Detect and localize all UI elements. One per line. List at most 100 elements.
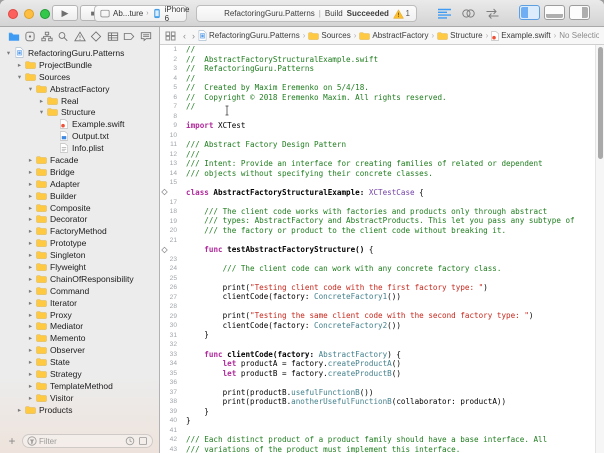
navigator-tab-issue-icon[interactable] — [73, 30, 86, 42]
tree-item-prototype[interactable]: ▸Prototype — [0, 237, 159, 249]
code-line[interactable]: 31 } — [160, 330, 604, 340]
source-control-status-icon[interactable] — [138, 436, 148, 446]
tree-item-facade[interactable]: ▸Facade — [0, 154, 159, 166]
code-line[interactable]: 37 print(productB.usefulFunctionB()) — [160, 388, 604, 398]
code-line[interactable]: 32 — [160, 340, 604, 350]
code-line[interactable]: 27 clientCode(factory: ConcreteFactory1(… — [160, 292, 604, 302]
disclosure-triangle-icon[interactable]: ▸ — [26, 382, 35, 390]
disclosure-triangle-icon[interactable]: ▾ — [15, 73, 24, 81]
tree-item-example-swift[interactable]: Example.swift — [0, 118, 159, 130]
breadcrumb-item-abstractfactory[interactable]: AbstractFactory — [359, 31, 428, 40]
code-line[interactable]: 23 — [160, 254, 604, 264]
disclosure-triangle-icon[interactable]: ▸ — [26, 322, 35, 330]
test-diamond-icon[interactable] — [161, 246, 168, 253]
code-line[interactable]: 4// — [160, 74, 604, 84]
disclosure-triangle-icon[interactable]: ▸ — [26, 287, 35, 295]
disclosure-triangle-icon[interactable]: ▸ — [26, 180, 35, 188]
tree-item-projectbundle[interactable]: ▸ProjectBundle — [0, 59, 159, 71]
navigator-tab-debug-icon[interactable] — [106, 30, 119, 42]
tree-item-flyweight[interactable]: ▸Flyweight — [0, 261, 159, 273]
code-line[interactable]: 43/// variations of the product must imp… — [160, 445, 604, 453]
disclosure-triangle-icon[interactable]: ▸ — [26, 239, 35, 247]
tree-item-sources[interactable]: ▾Sources — [0, 71, 159, 83]
disclosure-triangle-icon[interactable]: ▸ — [26, 334, 35, 342]
toggle-inspector-button[interactable] — [569, 5, 590, 20]
tree-item-iterator[interactable]: ▸Iterator — [0, 297, 159, 309]
code-line[interactable]: 17 — [160, 197, 604, 207]
scrollbar-track[interactable] — [595, 45, 604, 453]
navigator-tab-symbol-icon[interactable] — [40, 30, 53, 42]
code-line[interactable]: 12/// — [160, 150, 604, 160]
tree-item-composite[interactable]: ▸Composite — [0, 202, 159, 214]
tree-item-output-txt[interactable]: Output.txt — [0, 130, 159, 142]
related-items-icon[interactable] — [165, 31, 176, 41]
code-line[interactable]: 41 — [160, 426, 604, 436]
tree-item-structure[interactable]: ▾Structure — [0, 106, 159, 118]
tree-item-info-plist[interactable]: Info.plist — [0, 142, 159, 154]
tree-item-real[interactable]: ▸Real — [0, 95, 159, 107]
code-line[interactable]: 19 /// types: AbstractFactory and Abstra… — [160, 216, 604, 226]
tree-item-mediator[interactable]: ▸Mediator — [0, 320, 159, 332]
code-line[interactable]: 5// Created by Maxim Eremenko on 5/4/18. — [160, 83, 604, 93]
code-line[interactable]: 21 — [160, 235, 604, 245]
navigator-tab-project-icon[interactable] — [7, 30, 20, 42]
disclosure-triangle-icon[interactable]: ▸ — [26, 204, 35, 212]
disclosure-triangle-icon[interactable]: ▸ — [26, 168, 35, 176]
disclosure-triangle-icon[interactable]: ▾ — [26, 85, 35, 93]
tree-item-adapter[interactable]: ▸Adapter — [0, 178, 159, 190]
code-line[interactable]: 30 clientCode(factory: ConcreteFactory2(… — [160, 321, 604, 331]
disclosure-triangle-icon[interactable]: ▸ — [26, 299, 35, 307]
code-line[interactable]: 26 print("Testing client code with the f… — [160, 283, 604, 293]
code-line[interactable]: 3// RefactoringGuru.Patterns — [160, 64, 604, 74]
code-line[interactable]: 14/// objects without specifying their c… — [160, 169, 604, 179]
tree-item-products[interactable]: ▸Products — [0, 404, 159, 416]
disclosure-triangle-icon[interactable]: ▸ — [26, 192, 35, 200]
breadcrumb-item-example-swift[interactable]: Example.swift — [491, 31, 550, 41]
toggle-navigator-button[interactable] — [519, 5, 540, 20]
forward-icon[interactable]: › — [192, 31, 195, 41]
navigator-tab-source-control-icon[interactable] — [24, 30, 37, 42]
filter-field[interactable] — [22, 434, 153, 448]
disclosure-triangle-icon[interactable]: ▸ — [15, 406, 24, 414]
tree-item-visitor[interactable]: ▸Visitor — [0, 392, 159, 404]
tree-item-singleton[interactable]: ▸Singleton — [0, 249, 159, 261]
add-button[interactable]: + — [6, 434, 18, 448]
tree-item-observer[interactable]: ▸Observer — [0, 344, 159, 356]
disclosure-triangle-icon[interactable]: ▸ — [37, 97, 46, 105]
code-line[interactable]: 10 — [160, 131, 604, 141]
recent-files-clock-icon[interactable] — [125, 436, 135, 446]
breadcrumb-item-sources[interactable]: Sources — [308, 31, 350, 40]
warning-badge[interactable]: 1 — [393, 8, 410, 19]
code-line[interactable]: 29 print("Testing the same client code w… — [160, 311, 604, 321]
code-line[interactable]: 35 let productB = factory.createProductB… — [160, 369, 604, 379]
tree-item-factorymethod[interactable]: ▸FactoryMethod — [0, 225, 159, 237]
disclosure-triangle-icon[interactable]: ▸ — [26, 215, 35, 223]
tree-item-decorator[interactable]: ▸Decorator — [0, 213, 159, 225]
scrollbar-thumb[interactable] — [598, 47, 603, 159]
code-line[interactable]: 33 func clientCode(factory: AbstractFact… — [160, 350, 604, 360]
code-line[interactable]: class AbstractFactoryStructuralExample: … — [160, 188, 604, 198]
code-line[interactable]: 24 /// The client code can work with any… — [160, 264, 604, 274]
standard-editor-button[interactable] — [437, 7, 452, 20]
disclosure-triangle-icon[interactable]: ▾ — [4, 49, 13, 57]
code-line[interactable]: 39 } — [160, 407, 604, 417]
navigator-tab-report-icon[interactable] — [139, 30, 152, 42]
disclosure-triangle-icon[interactable]: ▸ — [26, 358, 35, 366]
code-line[interactable]: 25 — [160, 273, 604, 283]
code-line[interactable]: 9import XCTest — [160, 121, 604, 131]
navigator-tab-test-icon[interactable] — [90, 30, 103, 42]
close-window-button[interactable] — [8, 9, 18, 19]
run-button[interactable]: ▶ — [52, 5, 78, 21]
code-line[interactable]: 2// AbstractFactoryStructuralExample.swi… — [160, 55, 604, 65]
disclosure-triangle-icon[interactable]: ▸ — [26, 263, 35, 271]
code-line[interactable]: 40} — [160, 416, 604, 426]
disclosure-triangle-icon[interactable]: ▸ — [26, 156, 35, 164]
back-icon[interactable]: ‹ — [183, 31, 186, 41]
navigator-tab-find-icon[interactable] — [57, 30, 70, 42]
tree-item-state[interactable]: ▸State — [0, 356, 159, 368]
tree-item-memento[interactable]: ▸Memento — [0, 332, 159, 344]
zoom-window-button[interactable] — [40, 9, 50, 19]
version-editor-button[interactable] — [485, 7, 500, 20]
disclosure-triangle-icon[interactable]: ▸ — [26, 251, 35, 259]
code-line[interactable]: 42/// Each distinct product of a product… — [160, 435, 604, 445]
